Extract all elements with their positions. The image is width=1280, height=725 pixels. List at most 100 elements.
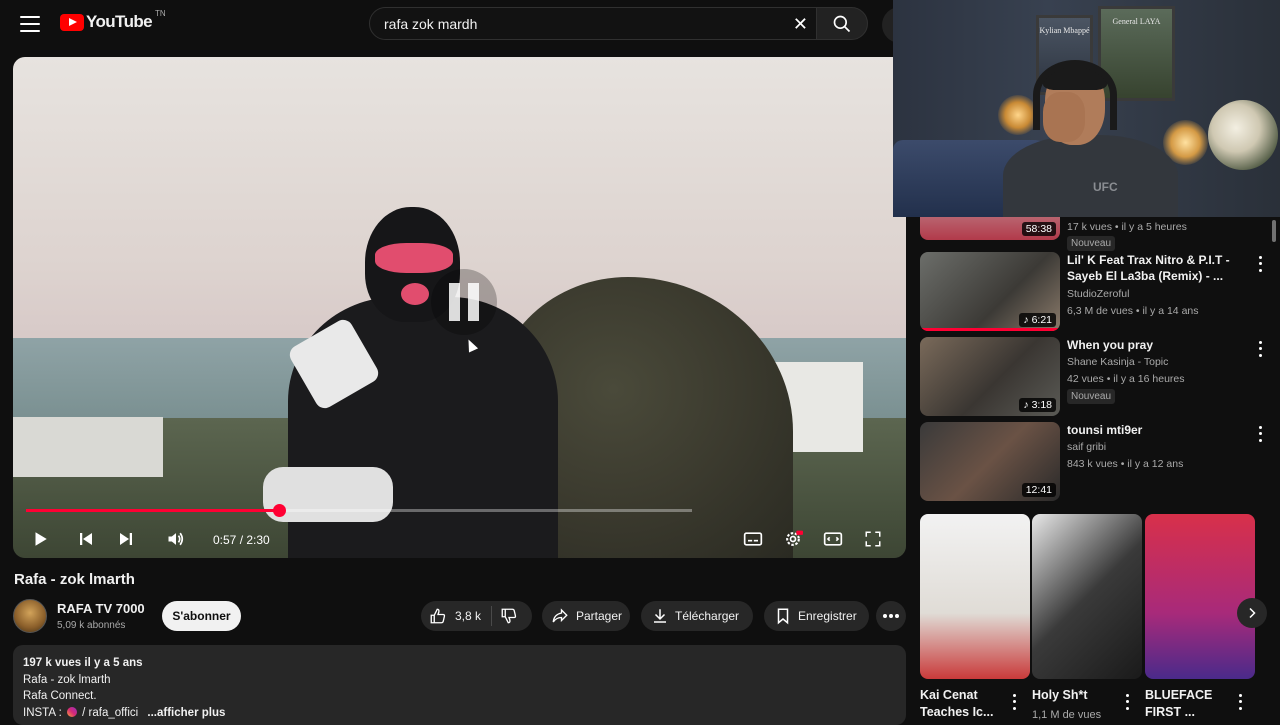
channel-name[interactable]: Shane Kasinja - Topic [1067,356,1168,368]
short-views: 1,1 M de vues [1032,709,1102,721]
video-thumbnail[interactable]: 12:41 [920,422,1060,501]
new-badge: Nouveau [1067,389,1116,404]
list-item[interactable]: 58:38 17 k vues • il y a 5 heures Nouvea… [920,217,1260,251]
video-player[interactable]: 0:57 / 2:30 [13,57,906,558]
short-thumbnail[interactable] [920,514,1030,679]
webcam-overlay: Kylian Mbappé General LAYA UFC [893,0,1280,217]
subtitles-button[interactable] [739,525,767,553]
more-vertical-icon[interactable] [1252,424,1268,444]
fullscreen-icon [865,531,881,547]
list-item[interactable]: ♪ 6:21 Lil' K Feat Trax Nitro & P.I.T - … [920,252,1262,332]
video-meta: 6,3 M de vues • il y a 14 ans [1067,305,1199,317]
theater-mode-button[interactable] [819,525,847,553]
menu-icon[interactable] [20,14,40,34]
music-note-icon: ♪ [1023,399,1029,411]
next-button[interactable] [112,525,140,553]
volume-icon [168,532,184,546]
player-controls: 0:57 / 2:30 [13,519,906,558]
download-label: Télécharger [675,609,740,623]
youtube-logo[interactable]: YouTube TN [60,8,166,32]
video-title[interactable]: Lil' K Feat Trax Nitro & P.I.T - Sayeb E… [1067,252,1237,284]
previous-button[interactable] [72,525,100,553]
progress-bar[interactable] [26,504,692,517]
settings-button[interactable] [779,525,807,553]
video-meta: 42 vues • il y a 16 heures [1067,373,1185,385]
channel-name[interactable]: saif gribi [1067,441,1106,453]
video-thumbnail[interactable]: 58:38 [920,217,1060,240]
more-actions-button[interactable] [876,601,906,631]
video-title: Rafa - zok lmarth [14,571,135,588]
search-button[interactable] [816,7,868,40]
time-display: 0:57 / 2:30 [213,533,270,547]
clear-search-icon[interactable]: ✕ [793,14,808,34]
short-thumbnail[interactable] [1032,514,1142,679]
like-divider [491,606,493,626]
download-button[interactable]: Télécharger [641,601,753,631]
like-count: 3,8 k [455,609,482,623]
insta-link[interactable]: / rafa_offici [79,707,138,719]
fullscreen-button[interactable] [859,525,887,553]
description-line-3: INSTA : / rafa_offici ...afficher plus [23,705,896,722]
video-thumbnail[interactable]: ♪ 6:21 [920,252,1060,331]
poster-caption-left: Kylian Mbappé [1039,26,1090,35]
shorts-next-button[interactable] [1237,598,1267,628]
play-button[interactable] [26,525,54,553]
short-title[interactable]: Kai Cenat Teaches Ic... [920,687,1000,721]
duration-badge: 58:38 [1021,222,1056,236]
insta-prefix: INSTA : [23,706,65,719]
subscribe-button[interactable]: S'abonner [162,601,241,631]
search-query[interactable]: rafa zok mardh [384,16,477,32]
channel-name[interactable]: RAFA TV 7000 [57,601,145,616]
channel-avatar[interactable] [13,599,47,633]
thumbs-up-icon [430,608,446,624]
next-icon [120,533,132,545]
shirt-logo: UFC [1093,180,1118,194]
subtitles-icon [743,532,763,546]
music-note-icon: ♪ [1023,314,1029,326]
download-icon [654,609,666,623]
view-stats: 197 k vues il y a 5 ans [23,657,143,669]
video-thumbnail[interactable]: ♪ 3:18 [920,337,1060,416]
logo-text: YouTube [86,12,153,31]
show-more-link[interactable]: ...afficher plus [147,707,225,719]
video-meta: 843 k vues • il y a 12 ans [1067,458,1184,470]
search-icon [833,15,851,32]
instagram-icon [66,707,77,718]
short-thumbnail[interactable] [1145,514,1255,679]
channel-name[interactable]: StudioZeroful [1067,288,1129,300]
list-item[interactable]: ♪ 3:18 When you pray Shane Kasinja - Top… [920,337,1262,417]
description-box[interactable]: 197 k vues il y a 5 ans Rafa - zok lmart… [13,645,906,725]
duration-badge: ♪ 6:21 [1019,313,1056,327]
pause-overlay-icon[interactable] [431,269,497,335]
progress-scrubber[interactable] [273,504,287,517]
more-vertical-icon[interactable] [1252,254,1268,274]
search-input[interactable]: rafa zok mardh ✕ [369,7,817,40]
more-vertical-icon[interactable] [1006,692,1022,712]
more-horizontal-icon [883,614,899,618]
gear-icon [786,530,803,546]
share-button[interactable]: Partager [542,601,630,631]
volume-button[interactable] [162,525,190,553]
sidebar-scrollbar[interactable] [1272,220,1276,242]
logo-region: TN [155,8,166,18]
like-dislike-group: 3,8 k [421,601,532,631]
more-vertical-icon[interactable] [1252,339,1268,359]
subscriber-count: 5,09 k abonnés [57,620,126,631]
dislike-button[interactable] [500,607,518,625]
short-title[interactable]: Holy Sh*t [1032,687,1112,704]
more-vertical-icon[interactable] [1119,692,1135,712]
duration-badge: ♪ 3:18 [1019,398,1056,412]
like-button[interactable]: 3,8 k [421,607,481,625]
video-meta: 17 k vues • il y a 5 heures [1067,221,1187,233]
list-item[interactable]: 12:41 tounsi mti9er saif gribi 843 k vue… [920,422,1262,502]
save-button[interactable]: Enregistrer [764,601,869,631]
video-title[interactable]: When you pray [1067,337,1237,353]
theater-icon [823,532,843,546]
share-icon [552,608,568,623]
more-vertical-icon[interactable] [1232,692,1248,712]
watched-progress [920,328,1060,331]
poster-caption-right: General LAYA [1112,17,1161,26]
video-title[interactable]: tounsi mti9er [1067,422,1237,438]
short-title[interactable]: BLUEFACE FIRST ... [1145,687,1225,721]
save-label: Enregistrer [798,609,857,623]
